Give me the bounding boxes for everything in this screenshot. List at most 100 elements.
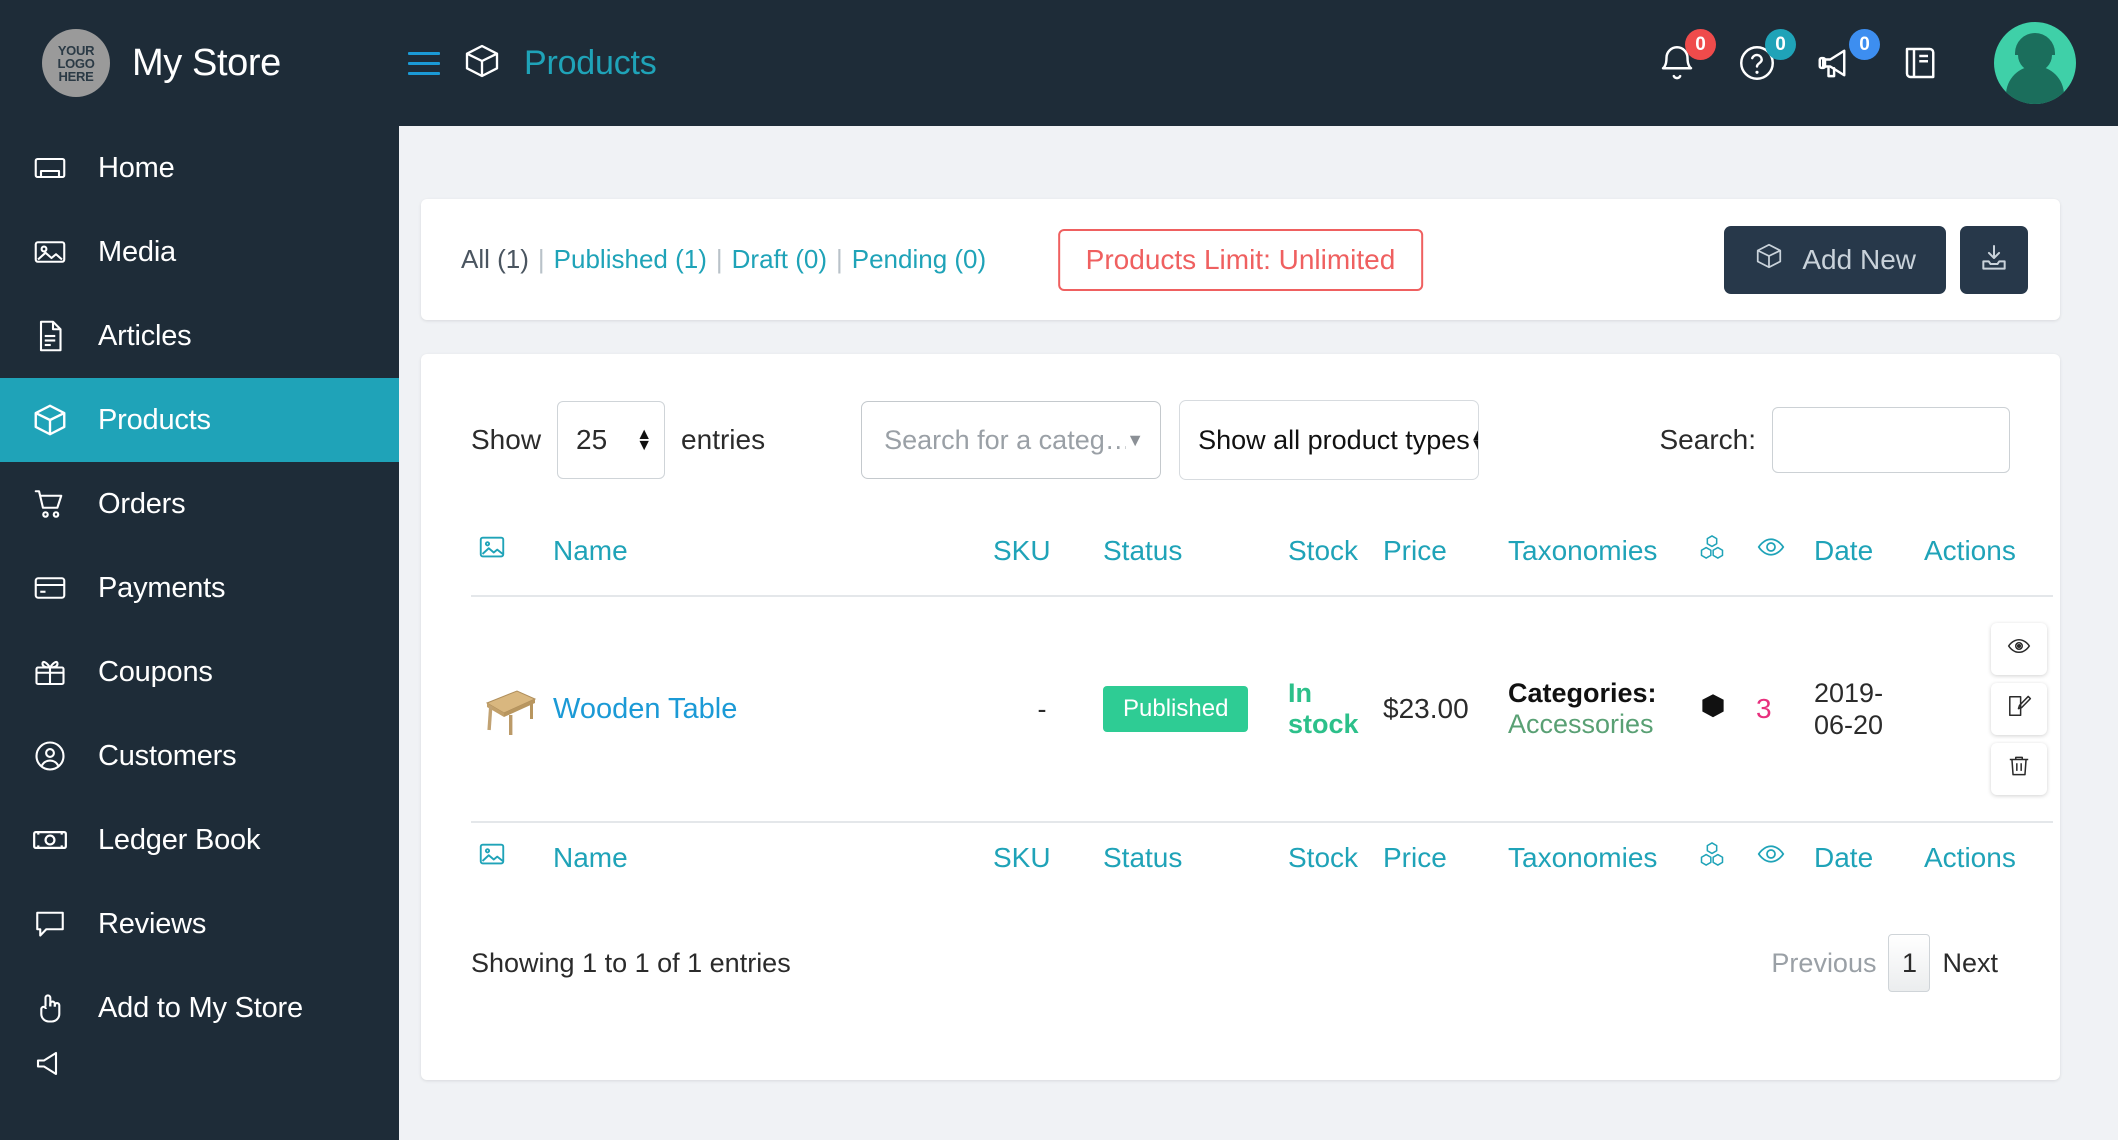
date-line-1: 2019-: [1814, 677, 1884, 708]
column-header-status[interactable]: Status: [1097, 516, 1282, 596]
sidebar-item-label: Coupons: [98, 655, 213, 688]
megaphone-icon: [28, 1050, 72, 1080]
sidebar-item-payments[interactable]: Payments: [0, 546, 399, 630]
separator: |: [715, 244, 723, 274]
table-body: Wooden Table - Published In stock $23.00: [471, 596, 2053, 822]
sidebar-item-label: Media: [98, 235, 176, 268]
product-type-value: Show all product types: [1198, 424, 1470, 455]
notifications-button[interactable]: 0: [1656, 29, 1716, 84]
sidebar-item-label: Payments: [98, 571, 226, 604]
box-icon: [1754, 241, 1784, 278]
column-header-stock[interactable]: Stock: [1282, 516, 1377, 596]
product-type-select[interactable]: Show all product types ▲▼: [1179, 400, 1480, 480]
sidebar-item-orders[interactable]: Orders: [0, 462, 399, 546]
logo-line-2: LOGO: [57, 55, 95, 71]
table-header-row: Name SKU Status Stock Price Taxonomies D…: [471, 516, 2053, 596]
product-price: $23.00: [1383, 693, 1469, 724]
logo-line-1: YOUR: [57, 42, 95, 58]
avatar[interactable]: [1994, 22, 2076, 104]
sidebar-item-reviews[interactable]: Reviews: [0, 882, 399, 966]
cell-boxes: [1692, 596, 1750, 822]
book-icon[interactable]: [1900, 42, 1942, 84]
view-button[interactable]: [1991, 623, 2047, 675]
pagination-next[interactable]: Next: [1930, 948, 2010, 979]
taxonomy-value[interactable]: Accessories: [1508, 709, 1686, 740]
column-header-views[interactable]: [1750, 516, 1808, 596]
footer-column-boxes[interactable]: [1692, 822, 1750, 902]
column-header-sku[interactable]: SKU: [987, 516, 1097, 596]
cell-stock: In stock: [1282, 596, 1377, 822]
footer-column-image[interactable]: [471, 822, 547, 902]
sidebar-item-ledger-book[interactable]: Ledger Book: [0, 798, 399, 882]
sidebar-item-coupons[interactable]: Coupons: [0, 630, 399, 714]
import-button[interactable]: [1960, 225, 2028, 294]
chat-icon: [28, 906, 72, 942]
page-title: Products: [524, 43, 657, 82]
pagination-previous[interactable]: Previous: [1759, 948, 1888, 979]
footer-column-status[interactable]: Status: [1097, 822, 1282, 902]
table-foot: Name SKU Status Stock Price Taxonomies D…: [471, 822, 2053, 902]
page-length-value: 25: [576, 424, 608, 455]
announcements-button[interactable]: 0: [1816, 29, 1880, 84]
product-name-link[interactable]: Wooden Table: [553, 693, 737, 725]
sidebar-item-products[interactable]: Products: [0, 378, 399, 462]
footer-column-sku[interactable]: SKU: [987, 822, 1097, 902]
table-footer: Showing 1 to 1 of 1 entries Previous 1 N…: [471, 934, 2010, 992]
page-length-stepper[interactable]: 25 ▲ ▼: [557, 401, 666, 479]
avatar-body: [2006, 66, 2064, 104]
add-new-button[interactable]: Add New: [1724, 225, 1946, 294]
taxonomy-label: Categories:: [1508, 678, 1657, 708]
cell-taxonomies: Categories: Accessories: [1502, 596, 1692, 822]
stock-status: In stock: [1288, 677, 1359, 739]
cell-date: 2019- 06-20: [1808, 596, 1918, 822]
column-header-actions[interactable]: Actions: [1918, 516, 2053, 596]
edit-button[interactable]: [1991, 683, 2047, 735]
footer-column-name[interactable]: Name: [547, 822, 987, 902]
sidebar-item-add-to-my-store[interactable]: Add to My Store: [0, 966, 399, 1050]
article-icon: [28, 318, 72, 354]
table-head: Name SKU Status Stock Price Taxonomies D…: [471, 516, 2053, 596]
column-header-boxes[interactable]: [1692, 516, 1750, 596]
status-link-published[interactable]: Published (1): [554, 244, 707, 275]
column-header-name[interactable]: Name: [547, 516, 987, 596]
hamburger-icon[interactable]: [408, 51, 440, 75]
sidebar-item-partial[interactable]: [0, 1050, 399, 1080]
status-link-draft[interactable]: Draft (0): [732, 244, 827, 275]
sidebar-item-home[interactable]: Home: [0, 126, 399, 210]
footer-column-stock[interactable]: Stock: [1282, 822, 1377, 902]
category-filter-select[interactable]: Search for a categ… ▼: [861, 401, 1162, 479]
column-header-image[interactable]: [471, 516, 547, 596]
brand-area[interactable]: YOUR LOGO HERE My Store: [0, 0, 399, 126]
footer-column-views[interactable]: [1750, 822, 1808, 902]
product-thumbnail[interactable]: [477, 677, 541, 741]
footer-column-actions[interactable]: Actions: [1918, 822, 2053, 902]
delete-button[interactable]: [1991, 743, 2047, 795]
sidebar-item-label: Orders: [98, 487, 186, 520]
column-header-date[interactable]: Date: [1808, 516, 1918, 596]
column-header-taxonomies[interactable]: Taxonomies: [1502, 516, 1692, 596]
stepper-arrows-icon: ▲▼: [1470, 426, 1478, 453]
status-link-all[interactable]: All (1): [461, 244, 529, 275]
cell-thumbnail: [471, 596, 547, 822]
entries-info: Showing 1 to 1 of 1 entries: [471, 947, 791, 978]
pagination-page-1[interactable]: 1: [1888, 934, 1931, 992]
separator: |: [835, 244, 843, 274]
separator: |: [537, 244, 545, 274]
status-link-pending[interactable]: Pending (0): [852, 244, 986, 275]
search-input[interactable]: [1772, 407, 2010, 473]
footer-column-taxonomies[interactable]: Taxonomies: [1502, 822, 1692, 902]
sidebar-item-media[interactable]: Media: [0, 210, 399, 294]
sidebar-item-customers[interactable]: Customers: [0, 714, 399, 798]
footer-column-date[interactable]: Date: [1808, 822, 1918, 902]
sidebar-item-label: Products: [98, 403, 211, 436]
eye-icon: [1756, 844, 1786, 875]
app-root: YOUR LOGO HERE My Store Products 0 0 0 H…: [0, 0, 2118, 1140]
filled-box-icon: [1698, 693, 1728, 727]
image-icon: [477, 843, 507, 875]
help-button[interactable]: 0: [1736, 29, 1796, 84]
status-badge: Published: [1103, 686, 1249, 732]
column-header-price[interactable]: Price: [1377, 516, 1502, 596]
sidebar-item-articles[interactable]: Articles: [0, 294, 399, 378]
chevron-down-icon: ▼: [1126, 429, 1145, 450]
footer-column-price[interactable]: Price: [1377, 822, 1502, 902]
